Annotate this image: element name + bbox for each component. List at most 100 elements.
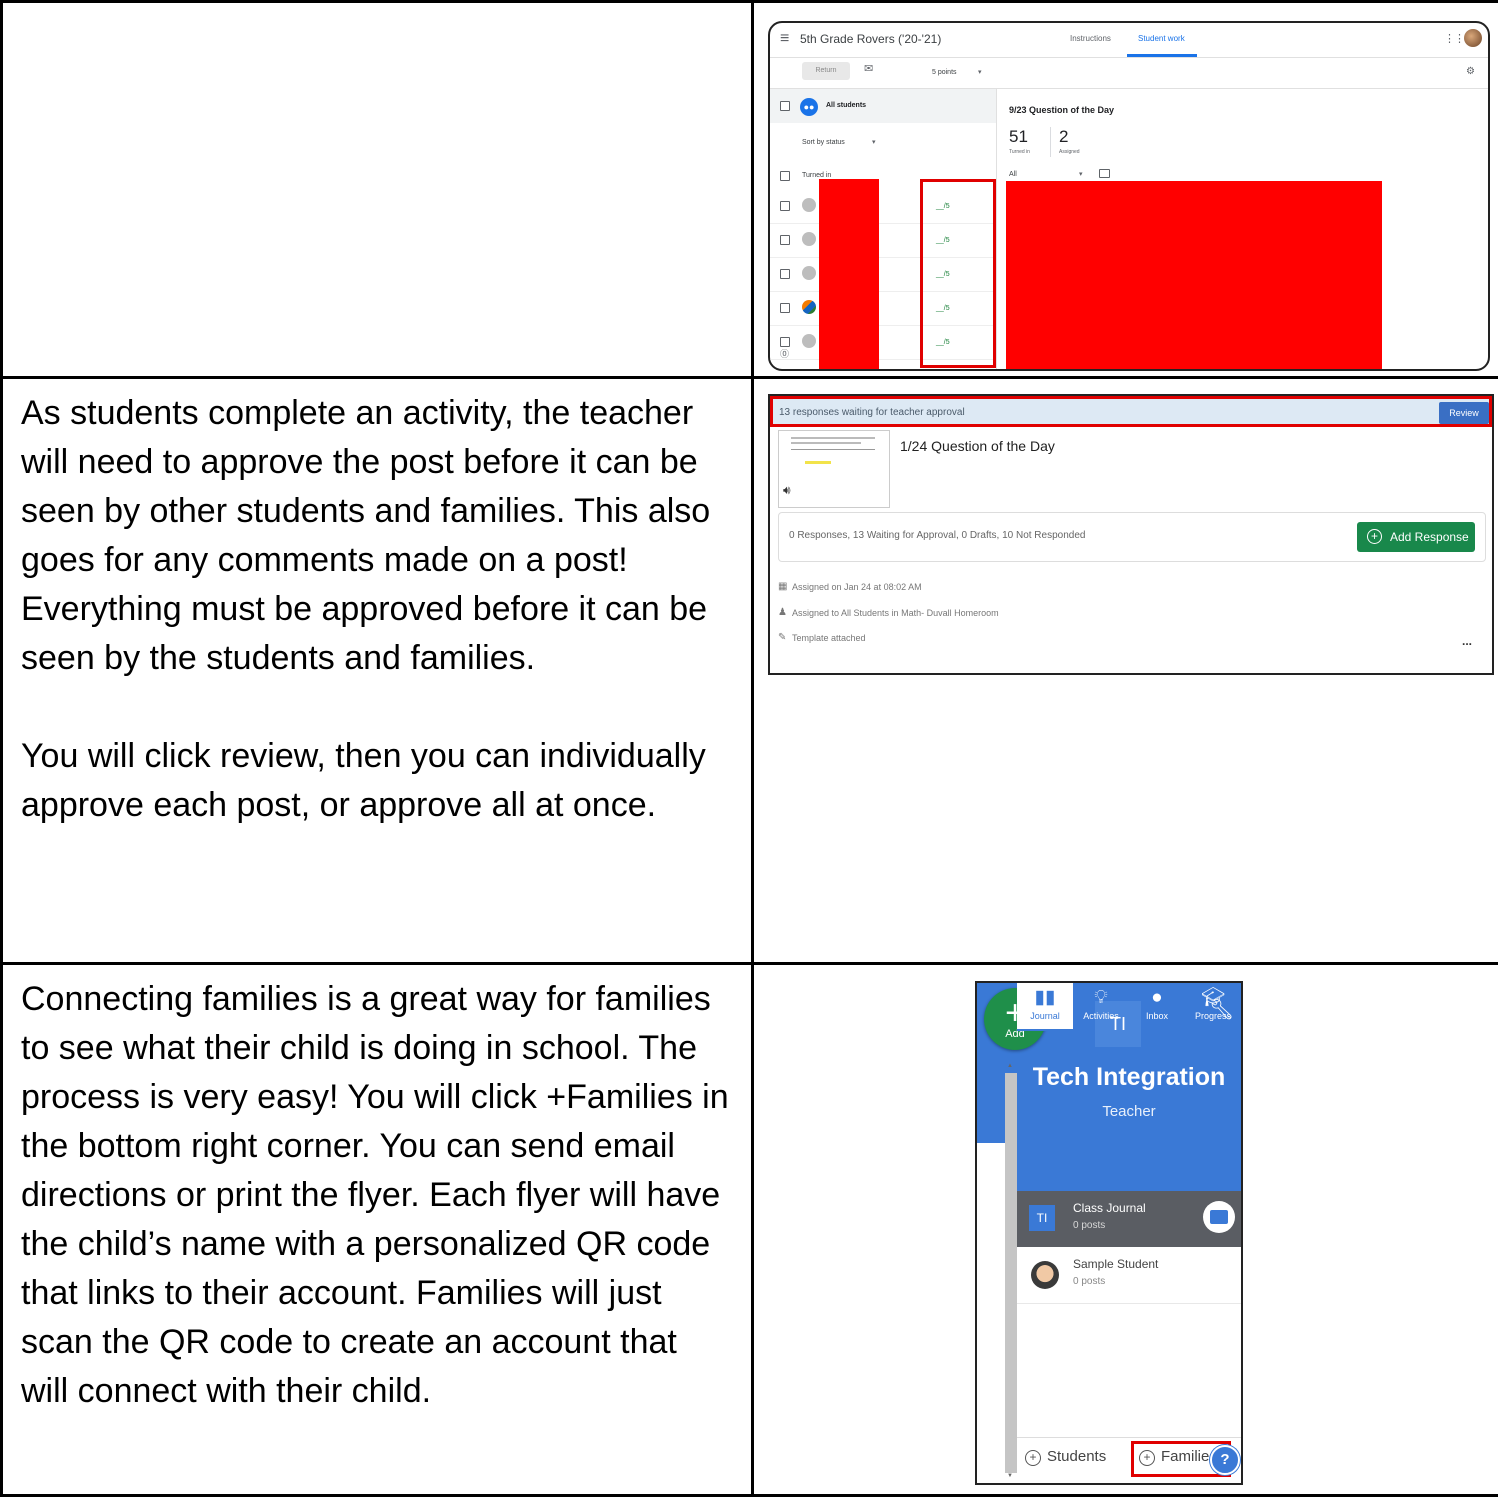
class-journal-avatar: TI	[1029, 1205, 1055, 1231]
review-paragraph: You will click review, then you can indi…	[21, 732, 733, 830]
tab-student-work[interactable]: Student work	[1138, 34, 1185, 43]
activity-thumbnail[interactable]: 🔊︎	[778, 430, 890, 508]
row3-image-cell: ▲ ▼ + Add 🔧︎ TI Tech Integration Teacher…	[753, 964, 1498, 1496]
tab-activities-label: Activities	[1073, 1011, 1129, 1021]
thumbnail-text-line	[791, 442, 861, 444]
activity-title: 1/24 Question of the Day	[900, 438, 1055, 454]
tab-activities[interactable]: 💡︎ Activities	[1073, 983, 1129, 1031]
turned-in-header: Turned in	[802, 172, 831, 179]
filter-select[interactable]: All	[1009, 171, 1017, 178]
teacher-name: Tech Integration	[1017, 1063, 1241, 1092]
tab-progress[interactable]: 🎓︎ Progress	[1185, 983, 1241, 1031]
assignment-panel: 9/23 Question of the Day 51 Turned in 2 …	[997, 89, 1488, 369]
turned-in-checkbox[interactable]	[780, 171, 790, 181]
chevron-down-icon[interactable]: ▾	[978, 68, 982, 76]
student-row[interactable]: Sample Student 0 posts	[1017, 1247, 1241, 1304]
classroom-topbar: ≡ 5th Grade Rovers ('20-'21) Instruction…	[770, 23, 1488, 58]
responses-box: 0 Responses, 13 Waiting for Approval, 0 …	[778, 512, 1486, 562]
student-checkbox[interactable]	[780, 269, 790, 279]
return-button[interactable]: Return	[802, 62, 850, 80]
all-students-row[interactable]: ●● All students	[770, 89, 996, 123]
calendar-icon: ▦	[778, 581, 787, 592]
row2-image-cell: 13 responses waiting for teacher approva…	[753, 378, 1498, 964]
assignment-title: 9/23 Question of the Day	[1009, 105, 1114, 115]
families-button[interactable]: Families	[1161, 1448, 1217, 1465]
lightbulb-icon: 💡︎	[1073, 985, 1129, 1011]
scroll-up-icon[interactable]: ▲	[1007, 1063, 1013, 1069]
folder-button[interactable]	[1203, 1201, 1235, 1233]
chevron-down-icon[interactable]: ▾	[872, 138, 876, 146]
approval-banner: 13 responses waiting for teacher approva…	[770, 396, 1492, 427]
student-avatar	[802, 232, 816, 246]
graduation-cap-icon: 🎓︎	[1185, 985, 1241, 1011]
select-all-checkbox[interactable]	[780, 101, 790, 111]
chat-bubble-icon: ●	[1129, 985, 1185, 1011]
redacted-student-names	[819, 179, 879, 369]
thumbnail-text-line	[791, 437, 875, 439]
help-button[interactable]: ?	[1210, 1445, 1240, 1475]
document-table: ≡ 5th Grade Rovers ('20-'21) Instruction…	[0, 0, 1498, 1497]
classroom-screenshot: ≡ 5th Grade Rovers ('20-'21) Instruction…	[768, 21, 1490, 371]
class-journal-row[interactable]: TI Class Journal 0 posts	[1017, 1191, 1241, 1247]
group-icon: ●●	[800, 98, 818, 116]
tab-journal-label: Journal	[1017, 1011, 1073, 1021]
approval-instructions: As students complete an activity, the te…	[3, 379, 751, 830]
turned-in-count-label: Turned in	[1009, 149, 1030, 155]
student-checkbox[interactable]	[780, 235, 790, 245]
student-avatar	[802, 334, 816, 348]
approval-paragraph: As students complete an activity, the te…	[21, 389, 733, 683]
approval-banner-text: 13 responses waiting for teacher approva…	[779, 407, 965, 418]
points-select[interactable]: 5 points	[932, 69, 957, 76]
tab-journal[interactable]: ▮▮ Journal	[1017, 983, 1073, 1031]
student-checkbox[interactable]	[780, 303, 790, 313]
tab-bar	[1017, 1143, 1241, 1191]
student-checkbox[interactable]	[780, 337, 790, 347]
tab-inbox[interactable]: ● Inbox	[1129, 983, 1185, 1031]
tab-progress-label: Progress	[1185, 1011, 1241, 1021]
class-journal-name: Class Journal	[1073, 1201, 1146, 1215]
row1-text-cell	[2, 2, 753, 378]
approval-screenshot: 13 responses waiting for teacher approva…	[768, 394, 1494, 675]
folder-icon[interactable]	[1099, 169, 1110, 178]
speaker-icon[interactable]: 🔊︎	[783, 483, 791, 498]
tab-instructions[interactable]: Instructions	[1070, 34, 1111, 43]
families-instructions: Connecting families is a great way for f…	[3, 965, 751, 1416]
class-name: 5th Grade Rovers ('20-'21)	[800, 32, 941, 46]
scroll-down-icon[interactable]: ▼	[1007, 1473, 1013, 1479]
student-avatar	[1031, 1261, 1059, 1289]
row2-text-cell: As students complete an activity, the te…	[2, 378, 753, 964]
plus-circle-icon[interactable]: +	[1025, 1450, 1041, 1466]
add-response-button[interactable]: + Add Response	[1357, 522, 1475, 552]
account-avatar[interactable]	[1464, 29, 1482, 47]
help-icon[interactable]: ⓪	[780, 347, 789, 360]
student-posts: 0 posts	[1073, 1276, 1105, 1287]
grade-column-highlight	[920, 179, 996, 368]
email-icon[interactable]: ✉	[864, 62, 873, 75]
scrollbar[interactable]	[1005, 1073, 1017, 1473]
assigned-count: 2	[1059, 127, 1068, 147]
row3-text-cell: Connecting families is a great way for f…	[2, 964, 753, 1496]
all-students-label: All students	[826, 102, 866, 109]
redacted-student-work	[1006, 181, 1382, 369]
sort-select[interactable]: Sort by status	[802, 139, 845, 146]
responses-summary: 0 Responses, 13 Waiting for Approval, 0 …	[789, 530, 1085, 541]
folder-icon	[1210, 1210, 1228, 1224]
chevron-down-icon[interactable]: ▾	[1079, 170, 1083, 178]
assigned-on-text: Assigned on Jan 24 at 08:02 AM	[792, 582, 922, 592]
book-icon: ▮▮	[1017, 985, 1073, 1011]
template-text: Template attached	[792, 633, 866, 643]
plus-circle-icon: +	[1367, 529, 1382, 544]
add-response-label: Add Response	[1390, 522, 1469, 552]
turned-in-count: 51	[1009, 127, 1028, 147]
students-button[interactable]: Students	[1047, 1448, 1106, 1465]
hamburger-menu-icon[interactable]: ≡	[780, 30, 789, 48]
classroom-toolbar: Return ✉ 5 points ▾ ⚙	[770, 58, 1488, 89]
student-avatar	[802, 266, 816, 280]
review-button[interactable]: Review	[1439, 402, 1489, 424]
paperclip-icon: ✎	[778, 632, 786, 643]
student-checkbox[interactable]	[780, 201, 790, 211]
tab-inbox-label: Inbox	[1129, 1011, 1185, 1021]
more-options-icon[interactable]: ...	[1462, 634, 1472, 648]
gear-icon[interactable]: ⚙	[1466, 66, 1475, 77]
plus-circle-icon[interactable]: +	[1139, 1450, 1155, 1466]
